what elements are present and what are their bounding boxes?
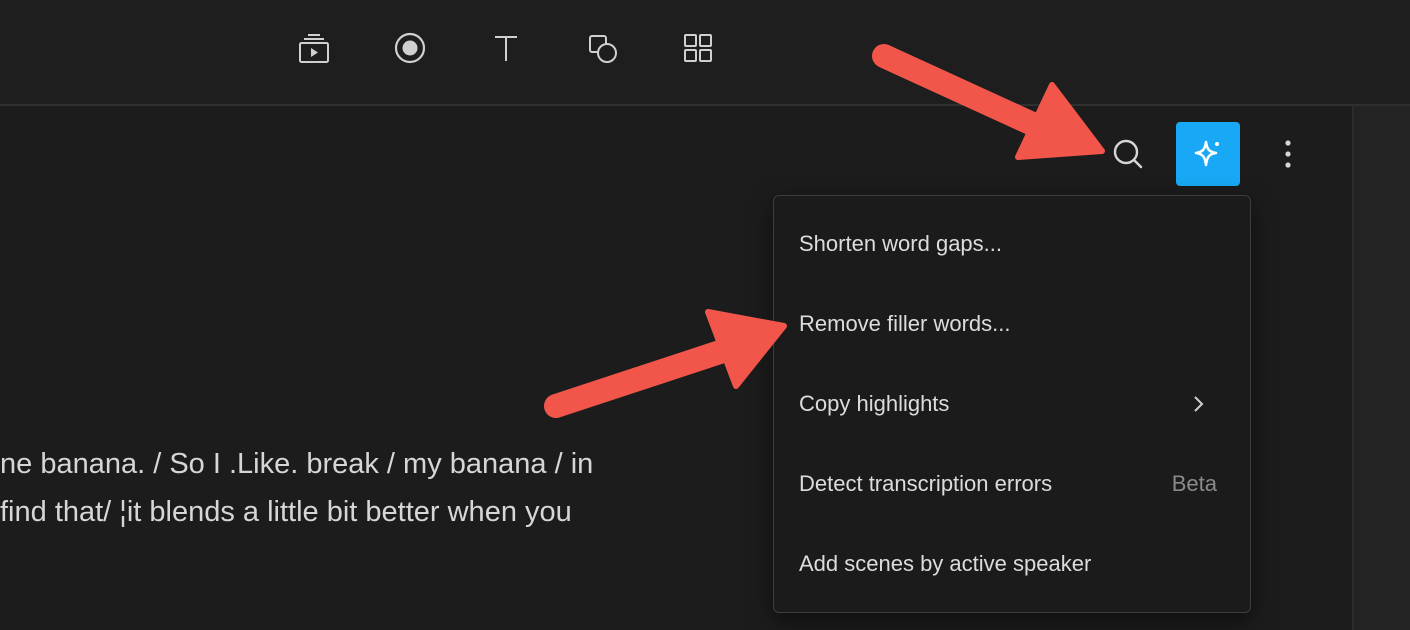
search-button[interactable] bbox=[1096, 122, 1160, 186]
right-side-panel bbox=[1352, 106, 1410, 630]
annotation-arrow-remove-filler bbox=[544, 309, 787, 418]
chevron-right-icon bbox=[1194, 396, 1204, 412]
shapes-icon bbox=[589, 35, 617, 63]
record-icon bbox=[394, 32, 426, 64]
menu-item-label: Add scenes by active speaker bbox=[799, 551, 1092, 576]
record-tool-button[interactable] bbox=[388, 26, 432, 70]
media-icon bbox=[299, 34, 329, 63]
menu-item-copy-highlights[interactable]: Copy highlights bbox=[774, 364, 1250, 444]
beta-badge: Beta bbox=[1171, 471, 1217, 496]
menu-item-label: Copy highlights bbox=[799, 391, 950, 416]
text-icon bbox=[495, 36, 517, 61]
more-vertical-icon bbox=[1285, 140, 1291, 168]
menu-item-detect-transcription-errors[interactable]: Detect transcription errors Beta bbox=[774, 444, 1250, 524]
menu-item-label: Shorten word gaps... bbox=[799, 231, 1003, 256]
shapes-tool-button[interactable] bbox=[580, 26, 624, 70]
search-icon bbox=[1113, 139, 1143, 169]
text-tool-button[interactable] bbox=[484, 26, 528, 70]
menu-item-shorten-word-gaps[interactable]: Shorten word gaps... bbox=[774, 204, 1250, 284]
menu-item-label: Detect transcription errors bbox=[799, 471, 1053, 496]
menu-item-label: Remove filler words... bbox=[799, 311, 1011, 336]
transcript-line[interactable]: ne banana. / So I .Like. break / my bana… bbox=[0, 440, 720, 488]
ai-tools-button[interactable] bbox=[1176, 122, 1240, 186]
sparkle-icon bbox=[1194, 140, 1219, 167]
menu-item-remove-filler-words[interactable]: Remove filler words... bbox=[774, 284, 1250, 364]
transcript-text[interactable]: ne banana. / So I .Like. break / my bana… bbox=[0, 440, 720, 536]
elements-tool-button[interactable] bbox=[676, 26, 720, 70]
elements-grid-icon bbox=[684, 34, 712, 62]
transcript-line[interactable]: find that/ ¦it blends a little bit bette… bbox=[0, 488, 720, 536]
ai-actions-menu: Shorten word gaps... Remove filler words… bbox=[773, 195, 1251, 613]
more-options-button[interactable] bbox=[1256, 122, 1320, 186]
menu-item-add-scenes-by-active-speaker[interactable]: Add scenes by active speaker bbox=[774, 524, 1250, 604]
top-toolbar bbox=[0, 0, 1410, 106]
media-tool-button[interactable] bbox=[292, 26, 336, 70]
